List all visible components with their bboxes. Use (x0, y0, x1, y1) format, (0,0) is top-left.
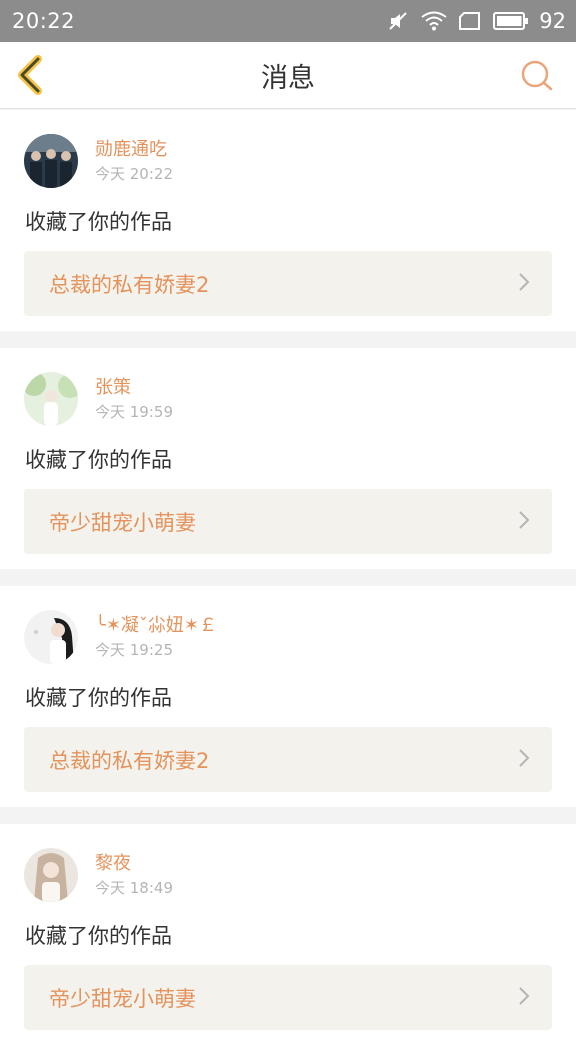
battery-level: 92 (539, 9, 566, 33)
work-title: 帝少甜宠小萌妻 (49, 986, 196, 1011)
chevron-left-icon[interactable] (14, 55, 44, 95)
chevron-right-icon (518, 510, 530, 534)
username[interactable]: 黎夜 (95, 852, 173, 876)
sim-icon (459, 12, 481, 30)
avatar[interactable] (24, 372, 78, 426)
chevron-right-icon (518, 272, 530, 296)
work-link[interactable]: 总裁的私有娇妻2 (24, 251, 552, 316)
username[interactable]: 勋鹿通吃 (95, 138, 173, 162)
message-time: 今天 18:49 (95, 879, 173, 897)
chevron-right-icon (518, 748, 530, 772)
battery-icon (493, 12, 529, 30)
work-link[interactable]: 帝少甜宠小萌妻 (24, 489, 552, 554)
header-bar: 消息 (0, 42, 576, 109)
message-time: 今天 19:59 (95, 403, 173, 421)
username[interactable]: 张策 (95, 376, 173, 400)
message-action: 收藏了你的作品 (25, 210, 172, 234)
chevron-right-icon (518, 986, 530, 1010)
message-header: 黎夜 今天 18:49 (24, 848, 173, 902)
work-title: 总裁的私有娇妻2 (49, 748, 210, 773)
status-bar: 20:22 92 (0, 0, 576, 42)
message-header: 张策 今天 19:59 (24, 372, 173, 426)
page-title: 消息 (261, 62, 315, 94)
message-header: 勋鹿通吃 今天 20:22 (24, 134, 173, 188)
message-time: 今天 19:25 (95, 641, 173, 659)
status-time: 20:22 (12, 9, 76, 33)
message-action: 收藏了你的作品 (25, 686, 172, 710)
message-action: 收藏了你的作品 (25, 924, 172, 948)
search-icon[interactable] (520, 59, 554, 93)
message-card: 张策 今天 19:59 收藏了你的作品 帝少甜宠小萌妻 (0, 348, 576, 569)
work-title: 总裁的私有娇妻2 (49, 272, 210, 297)
work-link[interactable]: 帝少甜宠小萌妻 (24, 965, 552, 1030)
avatar[interactable] (24, 610, 78, 664)
message-time: 今天 20:22 (95, 165, 173, 183)
username[interactable]: ╰✶凝ˇ尛妞✶￡ (95, 614, 217, 638)
message-header: ╰✶凝ˇ尛妞✶￡ 今天 19:25 (24, 610, 217, 664)
avatar[interactable] (24, 134, 78, 188)
message-card: ╰✶凝ˇ尛妞✶￡ 今天 19:25 收藏了你的作品 总裁的私有娇妻2 (0, 586, 576, 807)
avatar[interactable] (24, 848, 78, 902)
message-card: 黎夜 今天 18:49 收藏了你的作品 帝少甜宠小萌妻 (0, 824, 576, 1045)
work-title: 帝少甜宠小萌妻 (49, 510, 196, 535)
status-icons: 92 (387, 9, 566, 33)
wifi-icon (421, 11, 447, 31)
message-card: 勋鹿通吃 今天 20:22 收藏了你的作品 总裁的私有娇妻2 (0, 110, 576, 331)
message-action: 收藏了你的作品 (25, 448, 172, 472)
mute-icon (387, 10, 409, 32)
message-list: 勋鹿通吃 今天 20:22 收藏了你的作品 总裁的私有娇妻2 张策 今天 19:… (0, 109, 576, 1045)
work-link[interactable]: 总裁的私有娇妻2 (24, 727, 552, 792)
